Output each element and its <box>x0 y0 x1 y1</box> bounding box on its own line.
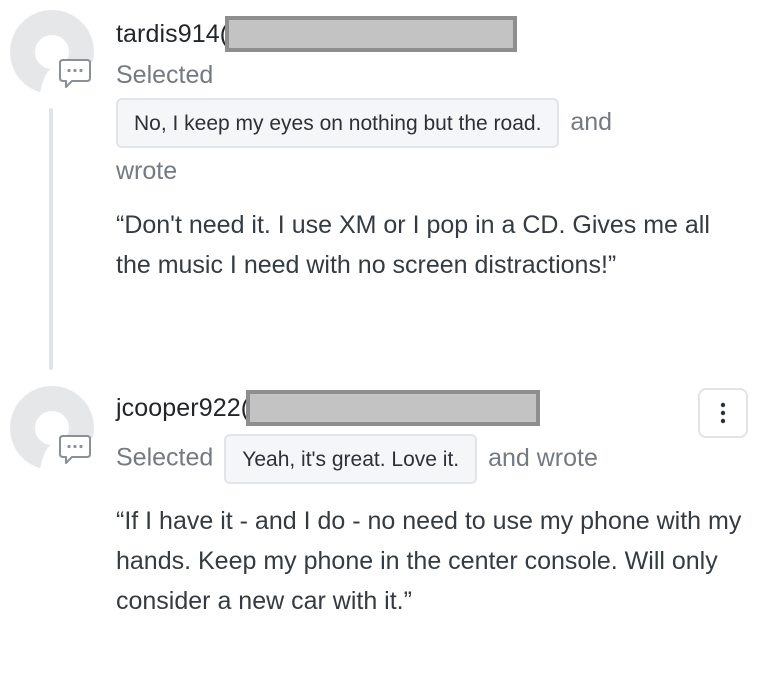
connector-text: and wrote <box>488 443 598 472</box>
selection-text: Selected Yeah, it's great. Love it. and … <box>116 434 736 484</box>
wrote-label: wrote <box>116 157 178 185</box>
comment-bubble-icon <box>58 58 92 90</box>
choice-chip: Yeah, it's great. Love it. <box>224 434 478 484</box>
comment-bubble-icon <box>58 434 92 466</box>
selected-label: Selected <box>116 443 214 472</box>
choice-chip: No, I keep my eyes on nothing but the ro… <box>116 98 560 148</box>
selection-text: Selected No, I keep my eyes on nothing b… <box>116 52 736 194</box>
comment-quote: “If I have it - and I do - no need to us… <box>116 507 742 615</box>
username-row: jcooper922( <box>116 390 541 426</box>
more-vertical-icon <box>720 402 726 424</box>
more-options-button[interactable] <box>698 388 748 438</box>
redaction-box <box>246 390 541 426</box>
comment-quote: “Don't need it. I use XM or I pop in a C… <box>116 211 710 279</box>
username-row: tardis914( <box>116 16 518 52</box>
thread-line <box>49 108 53 370</box>
connector-text: and <box>570 107 613 136</box>
username[interactable]: tardis914( <box>116 20 228 49</box>
selected-label: Selected <box>116 61 214 89</box>
username[interactable]: jcooper922( <box>116 394 249 423</box>
redaction-box <box>225 16 518 52</box>
